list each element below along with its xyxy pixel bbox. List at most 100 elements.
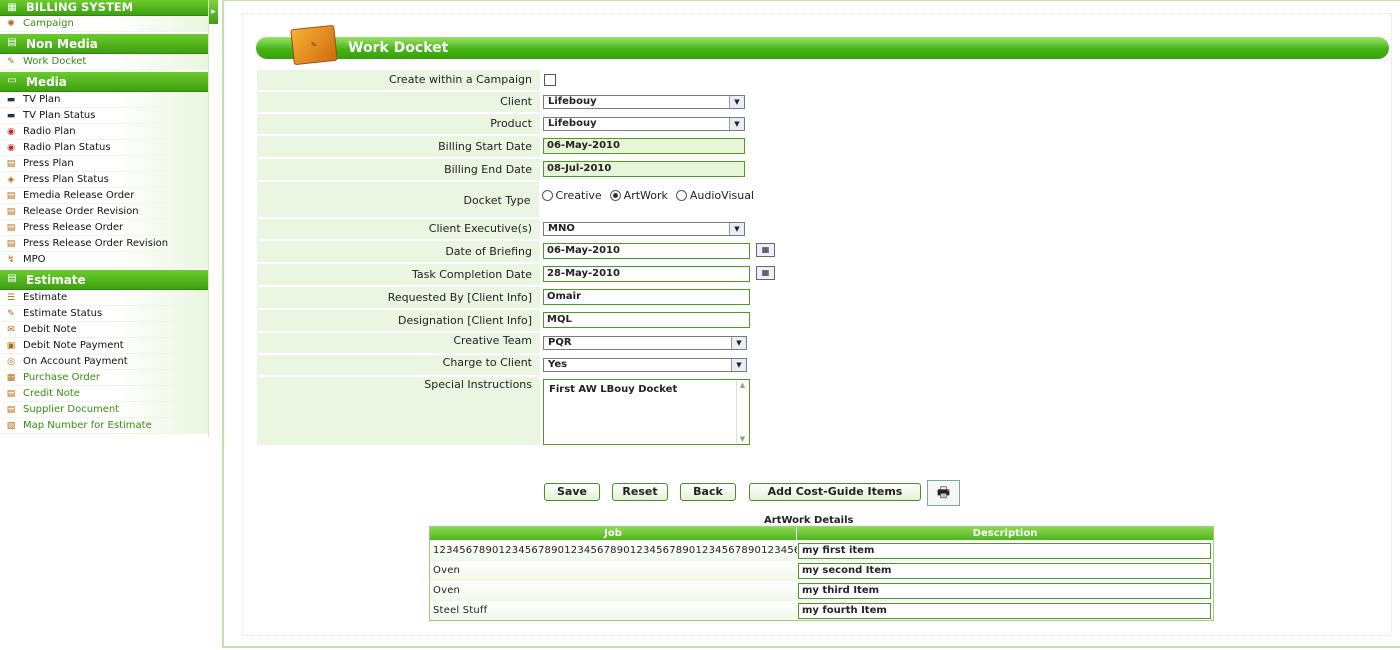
section-header-billing-system[interactable]: ▦ BILLING SYSTEM	[0, 0, 208, 16]
billing-start-field[interactable]: 06-May-2010	[543, 138, 745, 154]
sidebar-item-press-release-order[interactable]: ▤ Press Release Order	[0, 220, 208, 236]
creative-team-select[interactable]: PQR ▼	[543, 336, 747, 350]
radio-artwork[interactable]	[609, 190, 621, 201]
sidebar-item-map-number-for-estimate[interactable]: ▧ Map Number for Estimate	[0, 418, 208, 434]
product-label: Product	[257, 114, 540, 134]
sidebar-item-work-docket[interactable]: ✎ Work Docket	[0, 54, 208, 70]
sidebar-item-estimate-status[interactable]: ✎ Estimate Status	[0, 306, 208, 322]
client-executive-select[interactable]: MNO ▼	[543, 222, 745, 236]
requested-by-field[interactable]: Omair	[543, 289, 750, 305]
date-of-briefing-field[interactable]: 06-May-2010	[543, 243, 750, 259]
product-select-value: Lifebouy	[548, 118, 597, 129]
sidebar-item-press-plan[interactable]: ▤ Press Plan	[0, 156, 208, 172]
designation-field[interactable]: MQL	[543, 312, 750, 328]
sidebar-item-label: Debit Note	[23, 324, 77, 335]
work-docket-icon: ✎	[290, 24, 338, 66]
print-icon[interactable]: 🖶	[927, 480, 960, 506]
sidebar-item-radio-plan[interactable]: ◉ Radio Plan	[0, 124, 208, 140]
sidebar-item-supplier-document[interactable]: ▤ Supplier Document	[0, 402, 208, 418]
collapse-sidebar-handle[interactable]: ▸	[209, 0, 218, 24]
save-button[interactable]: Save	[544, 483, 600, 501]
add-cost-guide-button[interactable]: Add Cost-Guide Items	[749, 483, 921, 501]
sidebar-item-label: Purchase Order	[23, 372, 101, 383]
description-input[interactable]: my second Item	[798, 563, 1211, 579]
charge-to-client-value: Yes	[548, 359, 568, 370]
sidebar-item-label: Radio Plan Status	[23, 142, 111, 153]
docket-type-radio-group: Creative ArtWork AudioVisual	[541, 189, 762, 202]
docket-type-label: Docket Type	[257, 182, 539, 217]
client-select[interactable]: Lifebouy ▼	[543, 95, 745, 109]
creative-team-label: Creative Team	[257, 333, 540, 353]
sidebar-item-tv-plan-status[interactable]: ▬ TV Plan Status	[0, 108, 208, 124]
special-instructions-value: First AW LBouy Docket	[549, 384, 678, 395]
description-input[interactable]: my fourth Item	[798, 603, 1211, 619]
table-row: 1234567890123456789012345678901234567890…	[430, 540, 1213, 560]
client-select-value: Lifebouy	[548, 96, 597, 107]
map-icon: ▧	[6, 421, 16, 431]
sidebar-item-debit-note[interactable]: ✉ Debit Note	[0, 322, 208, 338]
mpo-icon: ↯	[7, 255, 15, 265]
table-row: Oven my second Item	[430, 560, 1213, 580]
docket-icon: ✎	[7, 57, 15, 67]
special-instructions-textarea[interactable]: First AW LBouy Docket ▲ ▼	[543, 379, 750, 445]
radio-audiovisual[interactable]	[675, 190, 687, 201]
coins-icon: ◎	[7, 357, 15, 367]
textarea-scrollbar[interactable]: ▲ ▼	[736, 381, 748, 443]
section-header-estimate[interactable]: ▤ Estimate	[0, 270, 208, 290]
sidebar-item-purchase-order[interactable]: ▦ Purchase Order	[0, 370, 208, 386]
sidebar-item-label: TV Plan Status	[23, 110, 96, 121]
sidebar-item-credit-note[interactable]: ▤ Credit Note	[0, 386, 208, 402]
client-executive-label: Client Executive(s)	[257, 219, 540, 239]
sidebar-item-estimate[interactable]: ☰ Estimate	[0, 290, 208, 306]
chevron-down-icon[interactable]: ▼	[731, 337, 746, 349]
charge-to-client-select[interactable]: Yes ▼	[543, 358, 747, 372]
sidebar-item-tv-plan[interactable]: ▬ TV Plan	[0, 92, 208, 108]
sidebar-item-press-release-order-revision[interactable]: ▤ Press Release Order Revision	[0, 236, 208, 252]
task-completion-field[interactable]: 28-May-2010	[543, 266, 750, 282]
calendar-icon[interactable]: ▦	[756, 243, 775, 257]
section-title: Estimate	[26, 273, 86, 287]
radio-creative[interactable]	[541, 190, 553, 201]
section-header-non-media[interactable]: ▤ Non Media	[0, 34, 208, 54]
create-campaign-checkbox[interactable]	[544, 74, 556, 86]
description-input[interactable]: my first item	[798, 543, 1211, 559]
description-column-header: Description	[972, 528, 1038, 539]
reset-button[interactable]: Reset	[612, 483, 668, 501]
chevron-down-icon[interactable]: ▼	[729, 118, 744, 130]
sidebar-item-emedia-release-order[interactable]: ▤ Emedia Release Order	[0, 188, 208, 204]
chevron-down-icon[interactable]: ▼	[731, 359, 746, 371]
back-button[interactable]: Back	[680, 483, 736, 501]
section-header-media[interactable]: ▭ Media	[0, 72, 208, 92]
sidebar-item-label: Radio Plan	[23, 126, 76, 137]
sidebar-item-radio-plan-status[interactable]: ◉ Radio Plan Status	[0, 140, 208, 156]
sidebar-item-label: Release Order Revision	[23, 206, 139, 217]
scroll-up-icon[interactable]: ▲	[737, 381, 748, 389]
billing-start-label: Billing Start Date	[257, 136, 540, 157]
job-cell: 1234567890123456789012345678901234567890…	[430, 541, 797, 560]
campaign-icon: ✺	[7, 19, 15, 29]
sidebar-item-mpo[interactable]: ↯ MPO	[0, 252, 208, 268]
description-cell: my third Item	[797, 581, 1213, 600]
chevron-down-icon[interactable]: ▼	[729, 96, 744, 108]
description-input[interactable]: my third Item	[798, 583, 1211, 599]
document-icon: ▤	[6, 207, 16, 217]
sidebar-item-release-order-revision[interactable]: ▤ Release Order Revision	[0, 204, 208, 220]
sidebar-item-campaign[interactable]: ✺ Campaign	[0, 16, 208, 32]
chevron-down-icon[interactable]: ▼	[729, 223, 744, 235]
product-select[interactable]: Lifebouy ▼	[543, 117, 745, 131]
calendar-icon[interactable]: ▦	[756, 266, 775, 280]
scroll-down-icon[interactable]: ▼	[737, 435, 748, 443]
payment-icon: ▣	[6, 341, 16, 351]
billing-end-field[interactable]: 08-Jul-2010	[543, 161, 745, 177]
sidebar-item-debit-note-payment[interactable]: ▣ Debit Note Payment	[0, 338, 208, 354]
status-icon: ✎	[7, 309, 15, 319]
sidebar: ▦ BILLING SYSTEM ✺ Campaign ▤ Non Media ✎ Work …	[0, 0, 209, 437]
document-icon: ▤	[6, 223, 16, 233]
press-status-icon: ◈	[7, 175, 15, 185]
tv-icon: ▬	[6, 111, 16, 121]
sidebar-item-on-account-payment[interactable]: ◎ On Account Payment	[0, 354, 208, 370]
radio-audiovisual-label: AudioVisual	[689, 189, 754, 202]
sidebar-item-press-plan-status[interactable]: ◈ Press Plan Status	[0, 172, 208, 188]
radio-icon: ◉	[7, 143, 15, 153]
radio-creative-label: Creative	[555, 189, 602, 202]
